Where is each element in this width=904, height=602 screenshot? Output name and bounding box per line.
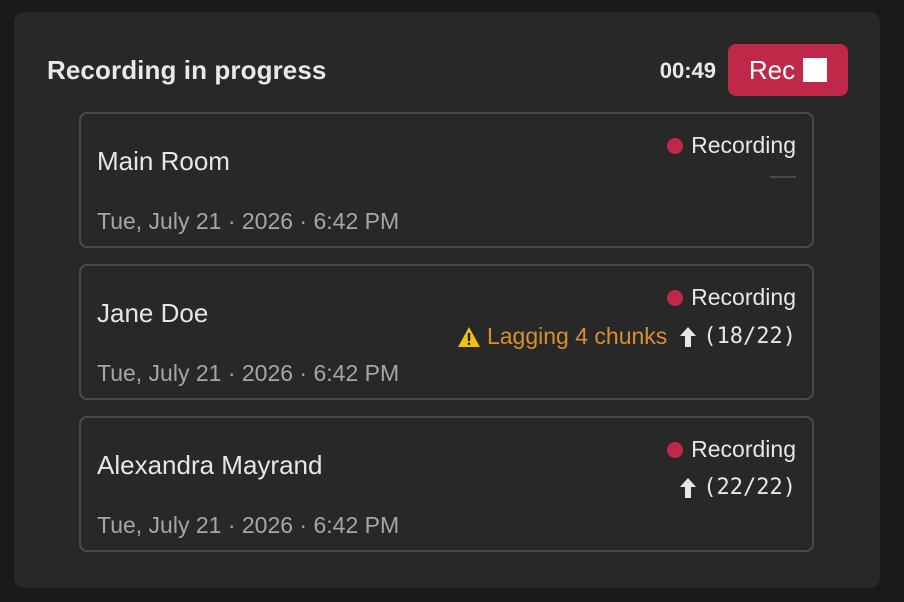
rec-button-label: Rec	[748, 54, 796, 85]
recording-panel: Recording in progress 00:49 Rec Main Roo…	[14, 12, 880, 588]
participant-name: Main Room	[97, 146, 230, 176]
upload-arrow-icon	[680, 477, 697, 498]
recording-dot-icon	[667, 289, 684, 306]
panel-header: Recording in progress 00:49 Rec	[47, 44, 848, 96]
stop-icon	[803, 58, 828, 82]
recording-status-label: Recording	[691, 132, 796, 158]
upload-chunk-count: (22/22)	[703, 475, 796, 500]
upload-status: (22/22)	[679, 475, 796, 500]
recording-dot-icon	[667, 137, 684, 154]
stop-recording-button[interactable]: Rec	[728, 44, 848, 96]
participant-name: Alexandra Mayrand	[97, 450, 323, 480]
lag-warning-text: Lagging 4 chunks	[486, 323, 668, 349]
participant-date: Tue, July 21 · 2026 · 6:42 PM	[97, 208, 400, 234]
participant-card[interactable]: Jane Doe Tue, July 21 · 2026 · 6:42 PM R…	[79, 264, 814, 400]
participant-card[interactable]: Main Room Tue, July 21 · 2026 · 6:42 PM …	[79, 112, 814, 248]
recording-status-label: Recording	[691, 284, 796, 310]
upload-arrow-icon	[680, 326, 697, 347]
panel-title: Recording in progress	[47, 55, 327, 85]
recording-status-label: Recording	[691, 436, 796, 462]
participant-date: Tue, July 21 · 2026 · 6:42 PM	[97, 512, 400, 538]
upload-chunk-count: (18/22)	[703, 324, 796, 349]
upload-status: Lagging 4 chunks (18/22)	[457, 323, 796, 350]
recording-status: Recording	[667, 284, 796, 311]
recording-status: Recording	[667, 436, 796, 463]
recording-status: Recording	[667, 132, 796, 159]
participant-date: Tue, July 21 · 2026 · 6:42 PM	[97, 360, 400, 386]
no-upload-placeholder	[770, 176, 796, 178]
participant-name: Jane Doe	[97, 298, 209, 328]
recording-timer: 00:49	[659, 58, 716, 83]
participant-card[interactable]: Alexandra Mayrand Tue, July 21 · 2026 · …	[79, 416, 814, 552]
lag-warning: Lagging 4 chunks	[457, 323, 667, 350]
warning-icon	[457, 326, 480, 347]
recording-dot-icon	[667, 441, 684, 458]
